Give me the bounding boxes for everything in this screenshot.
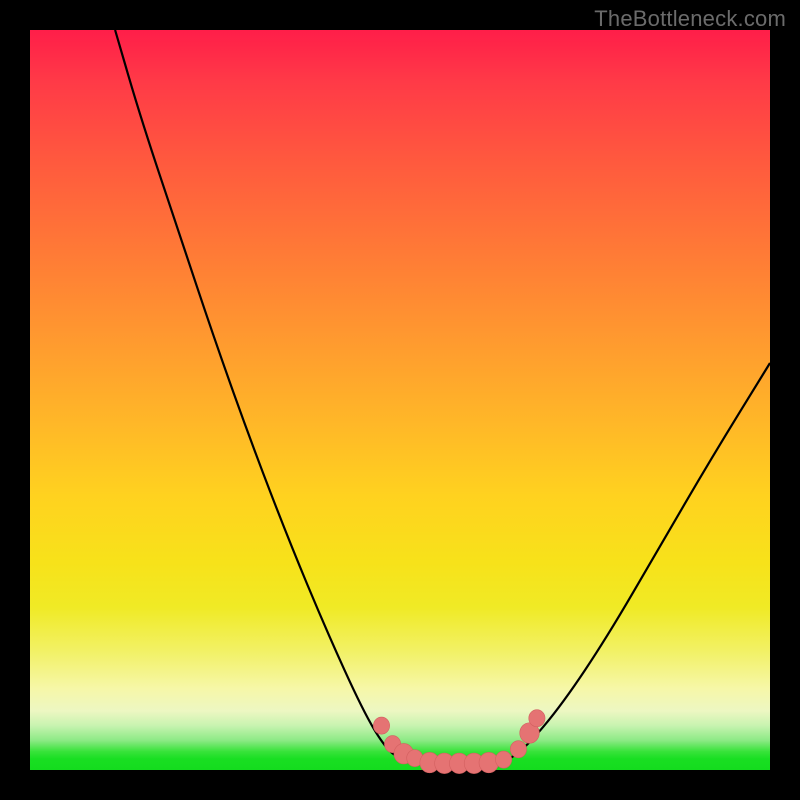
marker-group <box>373 710 545 774</box>
watermark-text: TheBottleneck.com <box>594 6 786 32</box>
data-marker <box>510 741 526 758</box>
curve-layer <box>30 30 770 770</box>
data-marker <box>529 710 545 727</box>
chart-frame: TheBottleneck.com <box>0 0 800 800</box>
data-marker <box>495 751 511 768</box>
plot-area <box>30 30 770 770</box>
right-curve-path <box>504 363 770 763</box>
data-marker <box>373 717 389 734</box>
left-curve-path <box>115 30 415 763</box>
